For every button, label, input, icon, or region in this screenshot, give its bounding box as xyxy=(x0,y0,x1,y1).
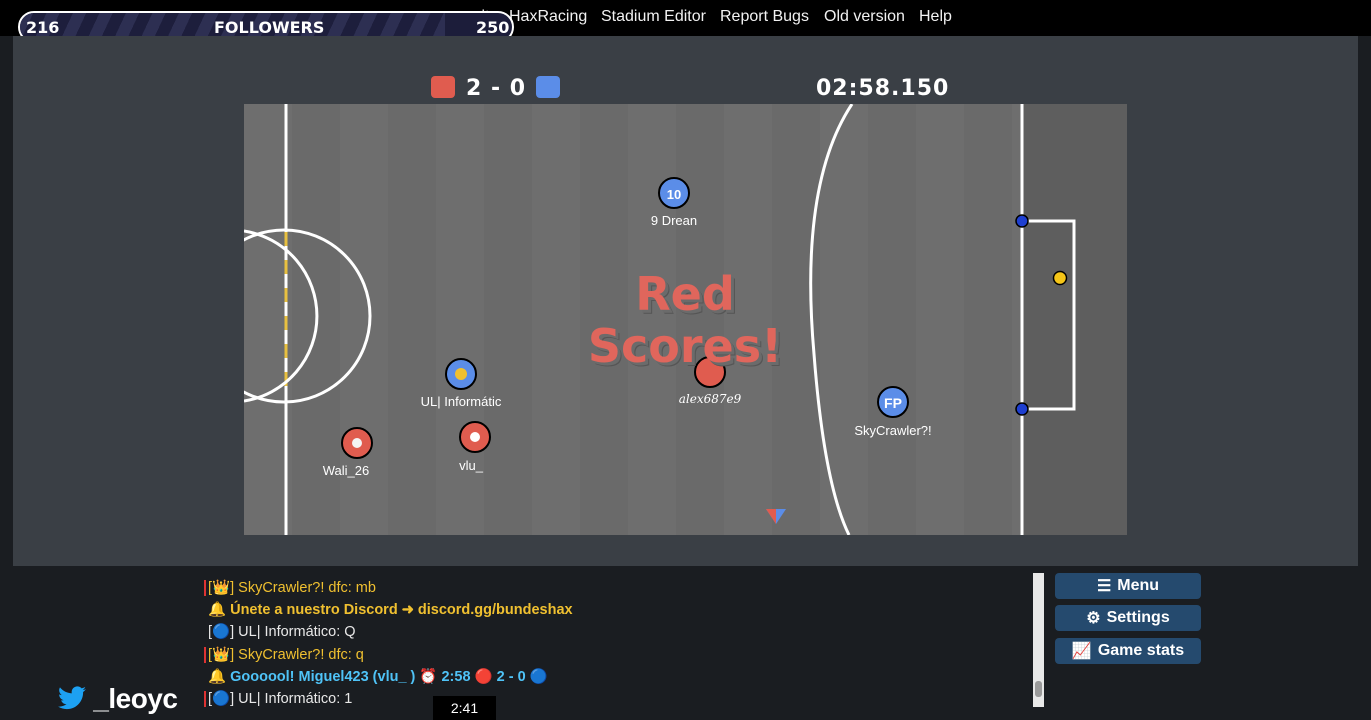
chat-marker xyxy=(204,580,206,596)
chat-text: UL| Informático: 1 xyxy=(238,691,353,707)
chat-prefix: 🔔 xyxy=(208,669,227,685)
game-stats-button[interactable]: 📈 Game stats xyxy=(1055,638,1201,664)
chat-line: [🔵] UL| Informático: 1 xyxy=(208,690,352,707)
twitter-handle-text: _leoyc xyxy=(93,683,178,714)
svg-text:FP: FP xyxy=(884,395,902,411)
ball xyxy=(1052,270,1068,286)
chat-text: Únete a nuestro Discord ➜ discord.gg/bun… xyxy=(230,602,573,618)
red-team-square xyxy=(431,76,455,98)
chat-line: 🔔 Goooool! Miguel423 (vlu_ ) ⏰ 2:58 🔴 2 … xyxy=(208,668,548,685)
goal-post-top xyxy=(1015,214,1029,228)
chat-text: Goooool! Miguel423 (vlu_ ) ⏰ 2:58 🔴 2 - … xyxy=(230,669,548,685)
settings-button-label: Settings xyxy=(1106,609,1170,626)
player-9-drean: 10 xyxy=(658,177,690,209)
chat-line: [🔵] UL| Informático: Q xyxy=(208,623,356,640)
hamburger-icon: ☰ xyxy=(1096,578,1112,595)
chat-prefix: [🔵] xyxy=(208,691,235,707)
score: 2 - 0 xyxy=(466,76,527,101)
player-name-9-drean: 9 Drean xyxy=(650,213,698,228)
chat-prefix: [👑] xyxy=(208,580,235,596)
chat-marker xyxy=(204,647,206,663)
twitter-handle: _leoyc xyxy=(58,683,178,715)
goal-banner-line1: Red xyxy=(635,267,735,321)
settings-button[interactable]: ⚙ Settings xyxy=(1055,605,1201,631)
game-stats-button-label: Game stats xyxy=(1097,642,1185,659)
menu-button-label: Menu xyxy=(1117,577,1160,594)
blue-team-square xyxy=(536,76,560,98)
svg-text:10: 10 xyxy=(667,187,681,202)
player-name-wali-26: Wali_26 xyxy=(322,463,370,478)
goal-banner-line2: Scores! xyxy=(587,319,783,373)
chat-prefix: [👑] xyxy=(208,647,235,663)
chat-marker xyxy=(204,691,206,707)
player-vlu xyxy=(459,421,491,453)
chart-icon: 📈 xyxy=(1071,643,1092,660)
chat-text: SkyCrawler?! dfc: mb xyxy=(238,580,376,596)
match-timer: 02:58.150 xyxy=(816,76,950,101)
menu-button[interactable]: ☰ Menu xyxy=(1055,573,1201,599)
chat-prefix: [🔵] xyxy=(208,624,235,640)
video-timestamp: 2:41 xyxy=(433,696,496,720)
scoreboard: 2 - 0 02:58.150 xyxy=(0,0,1371,101)
twitter-bird-icon xyxy=(58,686,86,710)
chat-scrollbar-thumb[interactable] xyxy=(1035,681,1042,697)
player-name-alex687e9: alex687e9 xyxy=(678,392,742,406)
player-wali-26 xyxy=(341,427,373,459)
chat-prefix: 🔔 xyxy=(208,602,227,618)
gear-icon: ⚙ xyxy=(1086,610,1101,627)
chat-line: 🔔 Únete a nuestro Discord ➜ discord.gg/b… xyxy=(208,601,573,618)
player-skycrawler: FP xyxy=(877,386,909,418)
chat-text: UL| Informático: Q xyxy=(238,624,356,640)
goal-banner: Red Scores! xyxy=(588,268,782,372)
goal-post-bottom xyxy=(1015,402,1029,416)
chat-text: SkyCrawler?! dfc: q xyxy=(238,647,364,663)
player-name-vlu: vlu_ xyxy=(459,458,483,473)
player-name-skycrawler: SkyCrawler?! xyxy=(854,423,932,438)
chat-line: [👑] SkyCrawler?! dfc: q xyxy=(208,646,364,663)
chat-scrollbar[interactable] xyxy=(1033,573,1044,707)
player-name-ul-informatic: UL| Informátic xyxy=(420,394,502,409)
player-ul-informatic xyxy=(445,358,477,390)
chat-line: [👑] SkyCrawler?! dfc: mb xyxy=(208,579,376,596)
